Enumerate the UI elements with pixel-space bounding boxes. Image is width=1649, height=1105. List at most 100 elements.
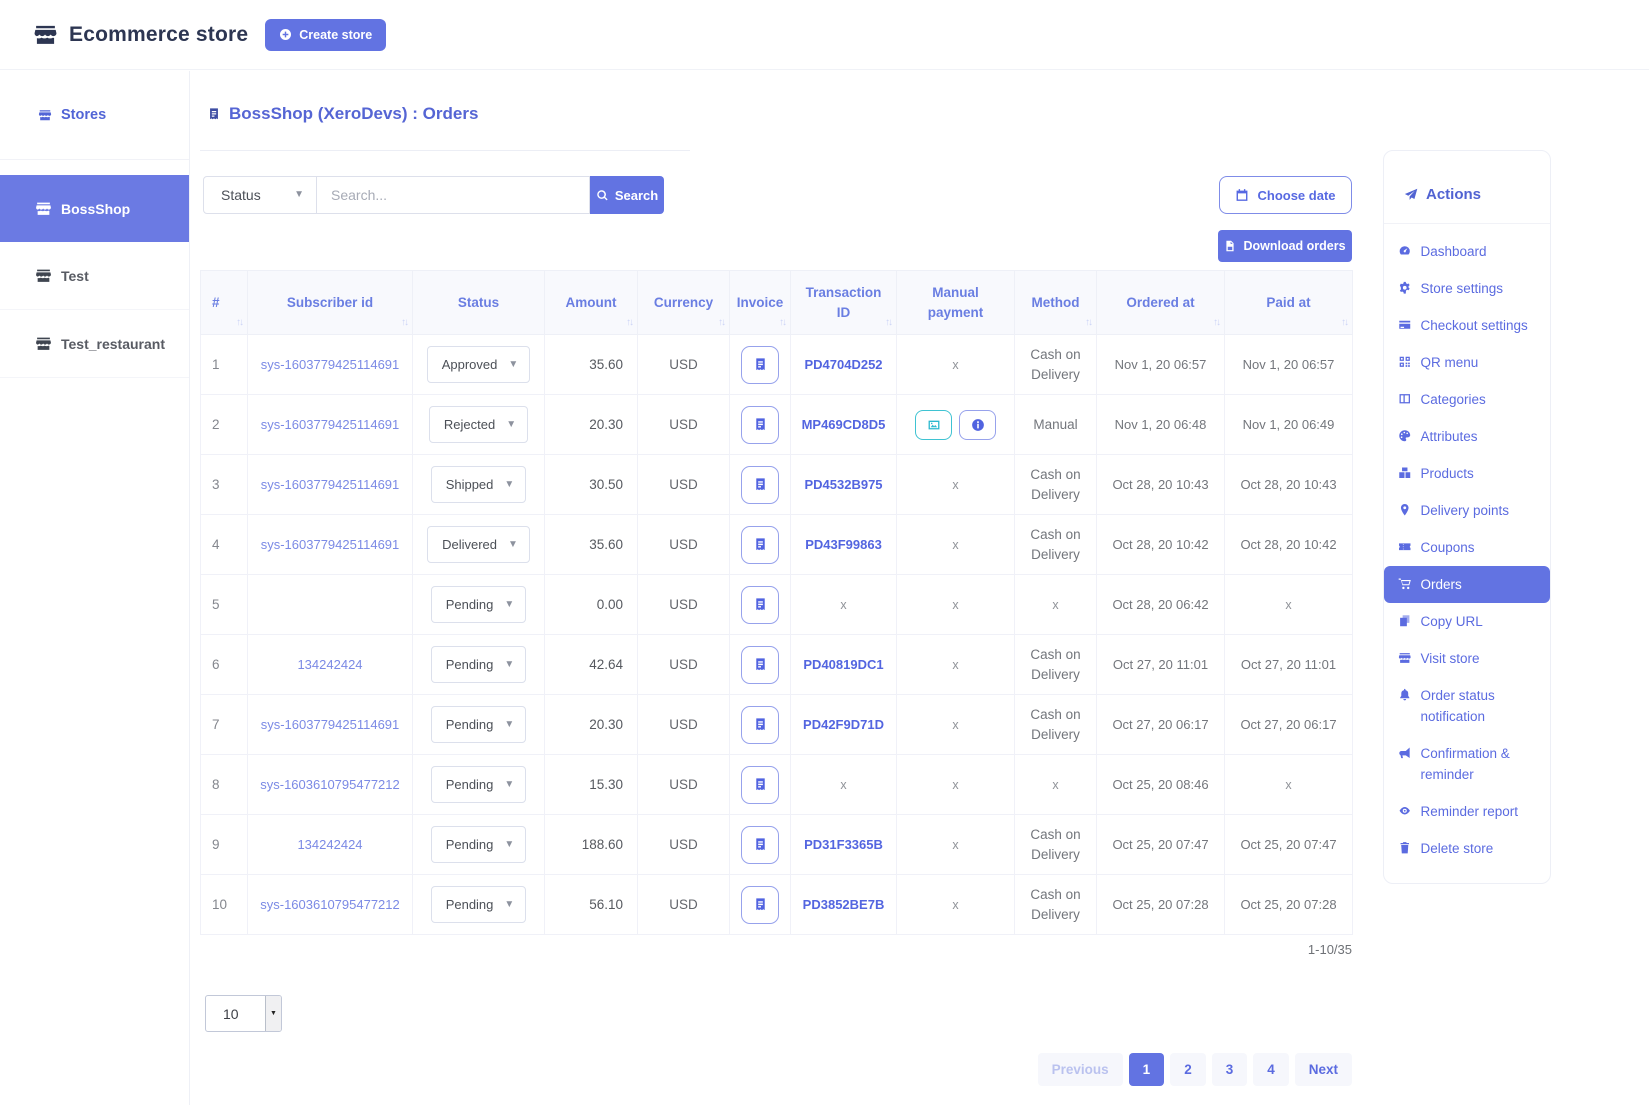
not-available-mark: x bbox=[840, 778, 846, 792]
sidebar-store-test-restaurant[interactable]: Test_restaurant bbox=[0, 310, 189, 378]
action-confirmation-reminder[interactable]: Confirmation & reminder bbox=[1384, 735, 1550, 793]
sort-icon[interactable]: ↑↓ bbox=[236, 316, 242, 331]
pagination-page-2[interactable]: 2 bbox=[1170, 1053, 1206, 1086]
invoice-button[interactable] bbox=[741, 586, 779, 624]
invoice-button[interactable] bbox=[741, 766, 779, 804]
not-available-mark: x bbox=[840, 598, 846, 612]
search-input[interactable] bbox=[317, 176, 590, 214]
subscriber-id-link[interactable]: sys-1603779425114691 bbox=[261, 537, 400, 552]
subscriber-id-link[interactable]: 134242424 bbox=[297, 837, 362, 852]
invoice-button[interactable] bbox=[741, 526, 779, 564]
sort-icon[interactable]: ↑↓ bbox=[718, 316, 724, 331]
invoice-button[interactable] bbox=[741, 406, 779, 444]
choose-date-button[interactable]: Choose date bbox=[1219, 176, 1352, 214]
stores-label: Stores bbox=[61, 107, 106, 123]
invoice-button[interactable] bbox=[741, 466, 779, 504]
transaction-id-link[interactable]: PD3852BE7B bbox=[803, 897, 885, 912]
invoice-button[interactable] bbox=[741, 346, 779, 384]
action-order-status-notification[interactable]: Order status notification bbox=[1384, 677, 1550, 735]
status-select[interactable]: Approved ▼ bbox=[427, 346, 531, 383]
cell-amount: 20.30 bbox=[545, 695, 638, 755]
action-copy-url[interactable]: Copy URL bbox=[1384, 603, 1550, 640]
action-orders[interactable]: Orders bbox=[1384, 566, 1550, 603]
transaction-id-link[interactable]: PD40819DC1 bbox=[803, 657, 883, 672]
cell-paid-at: Oct 27, 20 06:17 bbox=[1225, 695, 1353, 755]
invoice-button[interactable] bbox=[741, 886, 779, 924]
action-coupons[interactable]: Coupons bbox=[1384, 529, 1550, 566]
store-label: Test_restaurant bbox=[61, 336, 165, 352]
action-delete-store[interactable]: Delete store bbox=[1384, 830, 1550, 867]
subscriber-id-link[interactable]: sys-1603779425114691 bbox=[261, 357, 400, 372]
status-select[interactable]: Shipped ▼ bbox=[431, 466, 527, 503]
cell-subscriber-id: sys-1603610795477212 bbox=[248, 875, 413, 935]
create-store-label: Create store bbox=[299, 28, 372, 42]
subscriber-id-link[interactable]: sys-1603779425114691 bbox=[261, 417, 400, 432]
payment-image-button[interactable] bbox=[915, 410, 952, 440]
paper-plane-icon bbox=[1404, 188, 1418, 202]
status-select[interactable]: Pending ▼ bbox=[431, 826, 527, 863]
subscriber-id-link[interactable]: sys-1603610795477212 bbox=[260, 777, 400, 792]
sort-icon[interactable]: ↑↓ bbox=[1213, 316, 1219, 331]
action-label: Copy URL bbox=[1421, 611, 1483, 632]
transaction-id-link[interactable]: MP469CD8D5 bbox=[802, 417, 886, 432]
transaction-id-link[interactable]: PD4704D252 bbox=[804, 357, 882, 372]
action-visit-store[interactable]: Visit store bbox=[1384, 640, 1550, 677]
action-qr-menu[interactable]: QR menu bbox=[1384, 344, 1550, 381]
subscriber-id-link[interactable]: sys-1603610795477212 bbox=[260, 897, 400, 912]
status-select[interactable]: Pending ▼ bbox=[431, 586, 527, 623]
pagination-page-4[interactable]: 4 bbox=[1253, 1053, 1289, 1086]
status-select[interactable]: Delivered ▼ bbox=[427, 526, 530, 563]
sidebar-store-bossshop[interactable]: BossShop bbox=[0, 175, 189, 242]
action-store-settings[interactable]: Store settings bbox=[1384, 270, 1550, 307]
download-orders-button[interactable]: Download orders bbox=[1218, 230, 1352, 262]
table-row: 10 sys-1603610795477212 Pending ▼ 56.10 … bbox=[201, 875, 1353, 935]
cell-row-number: 7 bbox=[201, 695, 248, 755]
cell-ordered-at: Oct 25, 20 08:46 bbox=[1097, 755, 1225, 815]
create-store-button[interactable]: Create store bbox=[265, 19, 386, 51]
status-select[interactable]: Pending ▼ bbox=[431, 766, 527, 803]
action-delivery-points[interactable]: Delivery points bbox=[1384, 492, 1550, 529]
transaction-id-link[interactable]: PD43F99863 bbox=[805, 537, 882, 552]
sort-icon[interactable]: ↑↓ bbox=[779, 316, 785, 331]
search-button[interactable]: Search bbox=[590, 176, 664, 214]
status-select[interactable]: Pending ▼ bbox=[431, 646, 527, 683]
status-select[interactable]: Pending ▼ bbox=[431, 886, 527, 923]
pagination-previous[interactable]: Previous bbox=[1038, 1053, 1123, 1086]
transaction-id-link[interactable]: PD4532B975 bbox=[804, 477, 882, 492]
payment-info-button[interactable] bbox=[959, 410, 996, 440]
action-dashboard[interactable]: Dashboard bbox=[1384, 233, 1550, 270]
sort-icon[interactable]: ↑↓ bbox=[1341, 316, 1347, 331]
status-select[interactable]: Rejected ▼ bbox=[429, 406, 528, 443]
status-select[interactable]: Pending ▼ bbox=[431, 706, 527, 743]
cell-invoice bbox=[730, 575, 791, 635]
sidebar-stores-link[interactable]: Stores bbox=[0, 71, 189, 160]
cell-ordered-at: Nov 1, 20 06:48 bbox=[1097, 395, 1225, 455]
invoice-button[interactable] bbox=[741, 646, 779, 684]
sidebar-store-test[interactable]: Test bbox=[0, 242, 189, 310]
subscriber-id-link[interactable]: sys-1603779425114691 bbox=[261, 477, 400, 492]
action-reminder-report[interactable]: Reminder report bbox=[1384, 793, 1550, 830]
pagination-next[interactable]: Next bbox=[1295, 1053, 1352, 1086]
transaction-id-link[interactable]: PD31F3365B bbox=[804, 837, 883, 852]
action-categories[interactable]: Categories bbox=[1384, 381, 1550, 418]
action-products[interactable]: Products bbox=[1384, 455, 1550, 492]
pagination-page-3[interactable]: 3 bbox=[1212, 1053, 1248, 1086]
subscriber-id-link[interactable]: 134242424 bbox=[297, 657, 362, 672]
pagination-page-1[interactable]: 1 bbox=[1129, 1053, 1165, 1086]
invoice-button[interactable] bbox=[741, 706, 779, 744]
invoice-button[interactable] bbox=[741, 826, 779, 864]
transaction-id-link[interactable]: PD42F9D71D bbox=[803, 717, 884, 732]
select-arrow-icon[interactable]: ▼ bbox=[265, 996, 281, 1031]
sort-icon[interactable]: ↑↓ bbox=[885, 316, 891, 331]
action-attributes[interactable]: Attributes bbox=[1384, 418, 1550, 455]
subscriber-id-link[interactable]: sys-1603779425114691 bbox=[261, 717, 400, 732]
action-checkout-settings[interactable]: Checkout settings bbox=[1384, 307, 1550, 344]
search-button-label: Search bbox=[615, 188, 658, 203]
sort-icon[interactable]: ↑↓ bbox=[401, 316, 407, 331]
page-size-select[interactable]: 10 ▼ bbox=[205, 995, 282, 1032]
cell-row-number: 5 bbox=[201, 575, 248, 635]
status-filter-select[interactable]: Status ▼ bbox=[203, 176, 317, 214]
sort-icon[interactable]: ↑↓ bbox=[626, 316, 632, 331]
store-icon bbox=[35, 267, 52, 284]
sort-icon[interactable]: ↑↓ bbox=[1085, 316, 1091, 331]
